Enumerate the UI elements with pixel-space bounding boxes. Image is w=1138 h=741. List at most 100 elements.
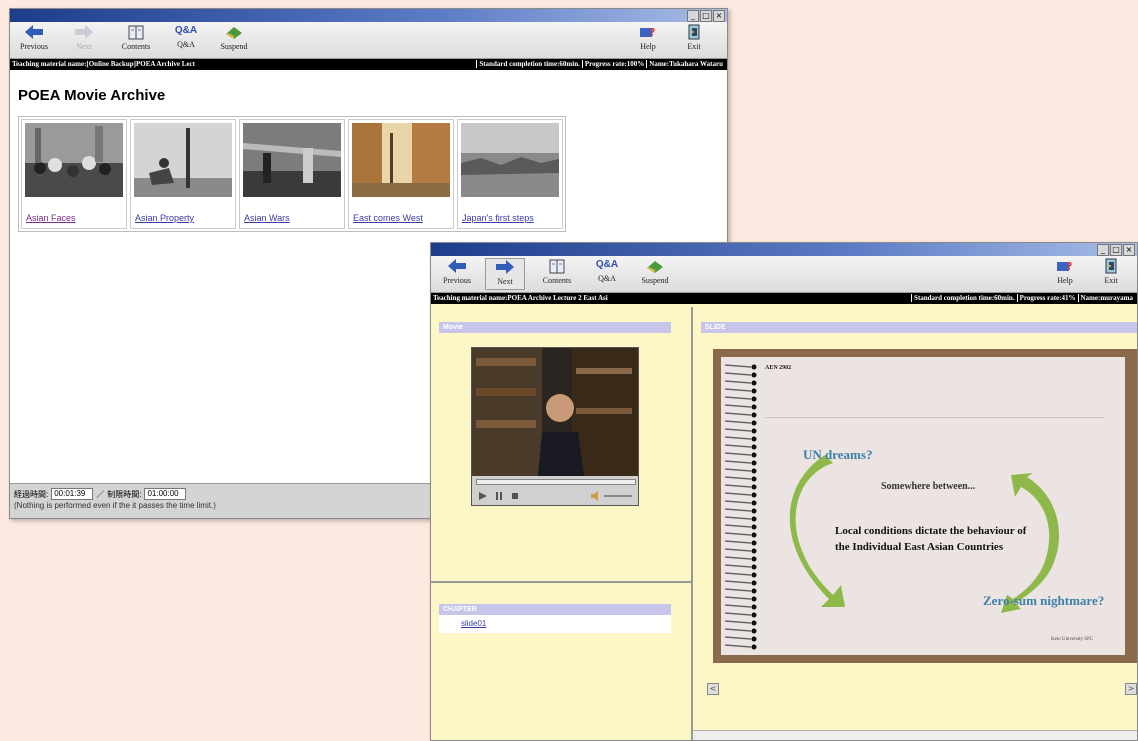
book-icon [549,259,565,274]
suspend-icon [647,261,663,273]
east-comes-west-painting [352,123,450,197]
maximize-button[interactable]: □ [1110,244,1122,256]
qa-label: Q&A [177,40,195,49]
svg-text:?: ? [1066,260,1072,273]
page-title: POEA Movie Archive [18,87,166,104]
minimize-button[interactable]: _ [687,10,699,22]
next-slide-button[interactable]: > [1125,683,1137,695]
thumbnail-link[interactable]: Asian Faces [26,213,76,223]
close-button[interactable]: × [713,10,725,22]
lecture-window: _ □ × Previous Next Contents Q&A Q&A Sus… [430,242,1138,741]
next-button[interactable]: Next [485,258,525,290]
help-button[interactable]: ? Help [628,24,668,51]
exit-label: Exit [687,42,701,51]
suspend-button[interactable]: Suspend [635,258,675,285]
separator: ／ [96,489,105,499]
slide-page: AEN 2902 UN dreams? Somewhere between...… [721,357,1125,655]
main-statement-line1: Local conditions dictate the behaviour o… [835,525,1027,537]
thumbnail-east-comes-west[interactable]: East comes West [348,119,454,229]
thumbnail-link[interactable]: Japan's first steps [462,213,534,223]
previous-button[interactable]: Previous [14,24,54,51]
qa-icon: Q&A [595,259,619,270]
contents-label: Contents [121,42,151,51]
elapsed-time-field: 00:01:39 [51,488,94,500]
pane-divider [431,581,691,583]
user-name: Name:Tukahara Wataru [646,60,725,68]
seek-bar[interactable] [476,479,636,485]
exit-button[interactable]: Exit [674,24,714,51]
video-controls [472,476,638,505]
asian-faces-photo [25,123,123,197]
progress-rate: Progress rate:100% [581,60,647,68]
movie-thumbnail-list: Asian Faces Asian Property Asian Wars Ea… [18,116,566,232]
qa-icon: Q&A [174,25,198,36]
exit-button[interactable]: Exit [1091,258,1131,285]
volume-icon[interactable] [590,491,600,501]
prev-slide-button[interactable]: < [707,683,719,695]
material-name: Teaching material name:POEA Archive Lect… [433,294,608,302]
qa-button[interactable]: Q&A Q&A [587,258,627,283]
un-dreams-text: UN dreams? [803,447,873,462]
pause-icon[interactable] [494,491,504,501]
slide-pane: SLIDE AEN 2902 UN dreams? Somewhere betw… [693,307,1137,740]
title-bar[interactable]: _ □ × [10,9,727,22]
chapter-link[interactable]: slide01 [439,615,671,633]
material-name: Teaching material name:[Online Backup]PO… [12,60,195,68]
somewhere-between-text: Somewhere between... [881,481,976,492]
chapter-box: CHAPTER slide01 [439,604,671,633]
video-player[interactable] [471,347,639,506]
arrow-right-icon [496,260,514,274]
contents-label: Contents [542,276,572,285]
exit-door-icon [1105,258,1117,274]
thumbnail-asian-faces[interactable]: Asian Faces [21,119,127,229]
zero-sum-text: Zero-sum nightmare? [983,593,1105,608]
movie-header: Movie [439,322,671,333]
close-button[interactable]: × [1123,244,1135,256]
contents-button[interactable]: Contents [537,258,577,285]
next-button[interactable]: Next [64,24,104,51]
suspend-icon [226,27,242,39]
help-label: Help [1057,276,1073,285]
title-bar[interactable]: _ □ × [431,243,1137,256]
svg-text:?: ? [649,26,655,39]
previous-button[interactable]: Previous [437,258,477,285]
time-limit-note: (Nothing is performed even if the it pas… [14,501,216,510]
thumbnail-link[interactable]: Asian Wars [244,213,290,223]
movie-pane: Movie CHAPTER slide01 [431,307,693,740]
toolbar: Previous Next Contents Q&A Q&A Suspend ?… [431,256,1137,293]
play-icon[interactable] [478,491,488,501]
volume-slider[interactable] [604,495,632,497]
slide-frame: AEN 2902 UN dreams? Somewhere between...… [713,349,1137,663]
thumbnail-link[interactable]: East comes West [353,213,423,223]
japans-first-steps-photo [461,123,559,197]
thumbnail-japans-first-steps[interactable]: Japan's first steps [457,119,563,229]
arrow-left-icon [25,25,43,39]
contents-button[interactable]: Contents [116,24,156,51]
suspend-label: Suspend [220,42,248,51]
maximize-button[interactable]: □ [700,10,712,22]
thumbnail-asian-wars[interactable]: Asian Wars [239,119,345,229]
horizontal-scrollbar[interactable] [693,730,1137,740]
arrow-right-icon [75,25,93,39]
help-icon: ? [640,26,655,39]
exit-label: Exit [1104,276,1118,285]
suspend-button[interactable]: Suspend [214,24,254,51]
info-bar: Teaching material name:POEA Archive Lect… [431,293,1137,304]
main-statement-line2: the Individual East Asian Countries [835,541,1004,553]
minimize-button[interactable]: _ [1097,244,1109,256]
next-label: Next [76,42,92,51]
help-button[interactable]: ? Help [1045,258,1085,285]
qa-label: Q&A [598,274,616,283]
qa-button[interactable]: Q&A Q&A [166,24,206,49]
thumbnail-asian-property[interactable]: Asian Property [130,119,236,229]
help-label: Help [640,42,656,51]
standard-time: Standard completion time:60min. [476,60,582,68]
asian-wars-photo [243,123,341,197]
standard-time: Standard completion time:60min. [911,294,1017,302]
thumbnail-link[interactable]: Asian Property [135,213,194,223]
arrow-left-icon [448,259,466,273]
progress-rate: Progress rate:41% [1016,294,1078,302]
elapsed-time-label: 経過時間: [14,489,49,499]
stop-icon[interactable] [510,491,520,501]
info-bar: Teaching material name:[Online Backup]PO… [10,59,727,70]
